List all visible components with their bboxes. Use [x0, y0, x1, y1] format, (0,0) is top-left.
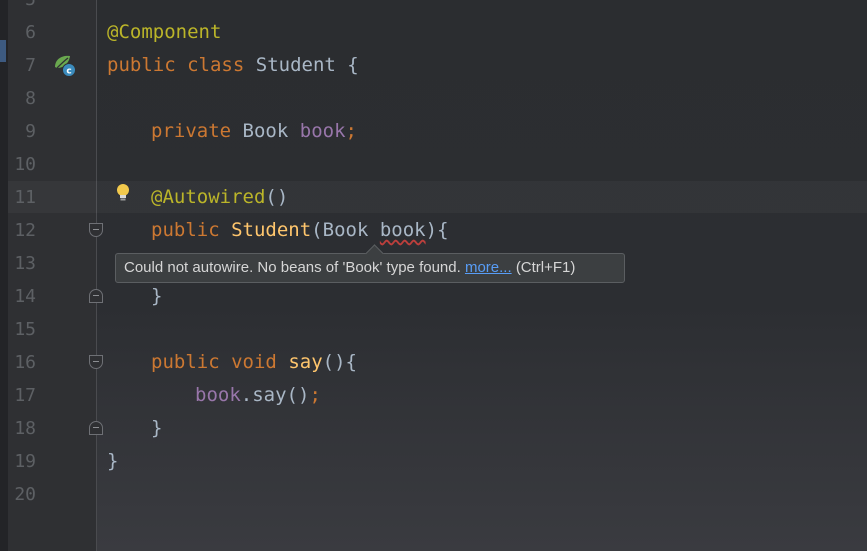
- annotation-token: @Component: [107, 21, 222, 43]
- fold-marker[interactable]: [89, 421, 103, 435]
- line-number: 12: [14, 220, 36, 241]
- code-line-7[interactable]: public class Student {: [107, 49, 359, 82]
- line-number: 7: [25, 55, 36, 76]
- field-token: book: [195, 384, 241, 406]
- line-number: 15: [14, 319, 36, 340]
- fold-marker[interactable]: [89, 355, 103, 369]
- spring-bean-icon[interactable]: c: [52, 53, 76, 77]
- fold-marker[interactable]: [89, 289, 103, 303]
- tooltip-message: Could not autowire. No beans of 'Book' t…: [124, 259, 461, 276]
- keyword-token: public: [151, 351, 220, 373]
- line-number: 17: [14, 385, 36, 406]
- type-token: Book: [242, 120, 289, 142]
- code-line-17[interactable]: book.say();: [195, 379, 321, 412]
- brace-token: {: [437, 219, 449, 241]
- brace-token: }: [151, 285, 163, 307]
- current-line-highlight: [8, 181, 867, 213]
- annotation-token: @Autowired: [151, 186, 266, 208]
- code-line-18[interactable]: }: [151, 412, 162, 445]
- parens-token: (): [286, 384, 310, 406]
- line-number: 6: [25, 22, 36, 43]
- line-number: 8: [25, 88, 36, 109]
- line-number: 10: [14, 154, 36, 175]
- keyword-token: private: [151, 120, 232, 142]
- line-number: 11: [14, 187, 36, 208]
- keyword-token: public: [107, 54, 176, 76]
- dot-token: .: [240, 384, 253, 406]
- brace-token: {: [347, 54, 359, 76]
- method-token: say: [288, 351, 323, 373]
- paren-token: ): [425, 219, 438, 241]
- line-number: 14: [14, 286, 36, 307]
- code-line-16[interactable]: public void say(){: [151, 346, 357, 379]
- line-number: 16: [14, 352, 36, 373]
- code-line-14[interactable]: }: [151, 280, 162, 313]
- code-line-11[interactable]: @Autowired(): [151, 181, 288, 214]
- fold-marker[interactable]: [89, 223, 103, 237]
- tooltip-more-link[interactable]: more...: [465, 259, 512, 276]
- code-line-9[interactable]: private Book book;: [151, 115, 357, 148]
- class-name-token: Student: [255, 54, 336, 76]
- gutter-divider: [96, 0, 97, 551]
- semicolon-token: ;: [345, 120, 357, 142]
- keyword-token: class: [187, 54, 245, 76]
- method-call-token: say: [252, 384, 287, 406]
- line-number: 5: [8, 0, 36, 16]
- code-line-6[interactable]: @Component: [107, 16, 221, 49]
- strip-marker: [0, 40, 6, 62]
- param-error-token[interactable]: book: [380, 219, 426, 241]
- keyword-token: public: [151, 219, 220, 241]
- line-number: 9: [25, 121, 36, 142]
- line-number: 19: [14, 451, 36, 472]
- code-line-12[interactable]: public Student(Book book){: [151, 214, 449, 247]
- code-line-19[interactable]: }: [107, 445, 118, 478]
- lightbulb-icon[interactable]: [116, 183, 130, 203]
- type-token: Book: [322, 219, 369, 241]
- autowire-error-tooltip: Could not autowire. No beans of 'Book' t…: [115, 244, 625, 283]
- brace-token: }: [151, 417, 163, 439]
- brace-token: }: [107, 450, 119, 472]
- parens-token: (): [322, 351, 346, 373]
- left-tool-strip: [0, 0, 8, 551]
- line-number: 18: [14, 418, 36, 439]
- keyword-token: void: [231, 351, 277, 373]
- paren-token: (: [311, 219, 323, 241]
- line-number: 13: [14, 253, 36, 274]
- svg-text:c: c: [66, 67, 71, 77]
- field-token: book: [299, 120, 346, 142]
- constructor-token: Student: [231, 219, 312, 241]
- tooltip-shortcut: (Ctrl+F1): [515, 259, 576, 276]
- semicolon-token: ;: [309, 384, 321, 406]
- brace-token: {: [345, 351, 357, 373]
- parens-token: (): [265, 186, 289, 208]
- line-number: 20: [14, 484, 36, 505]
